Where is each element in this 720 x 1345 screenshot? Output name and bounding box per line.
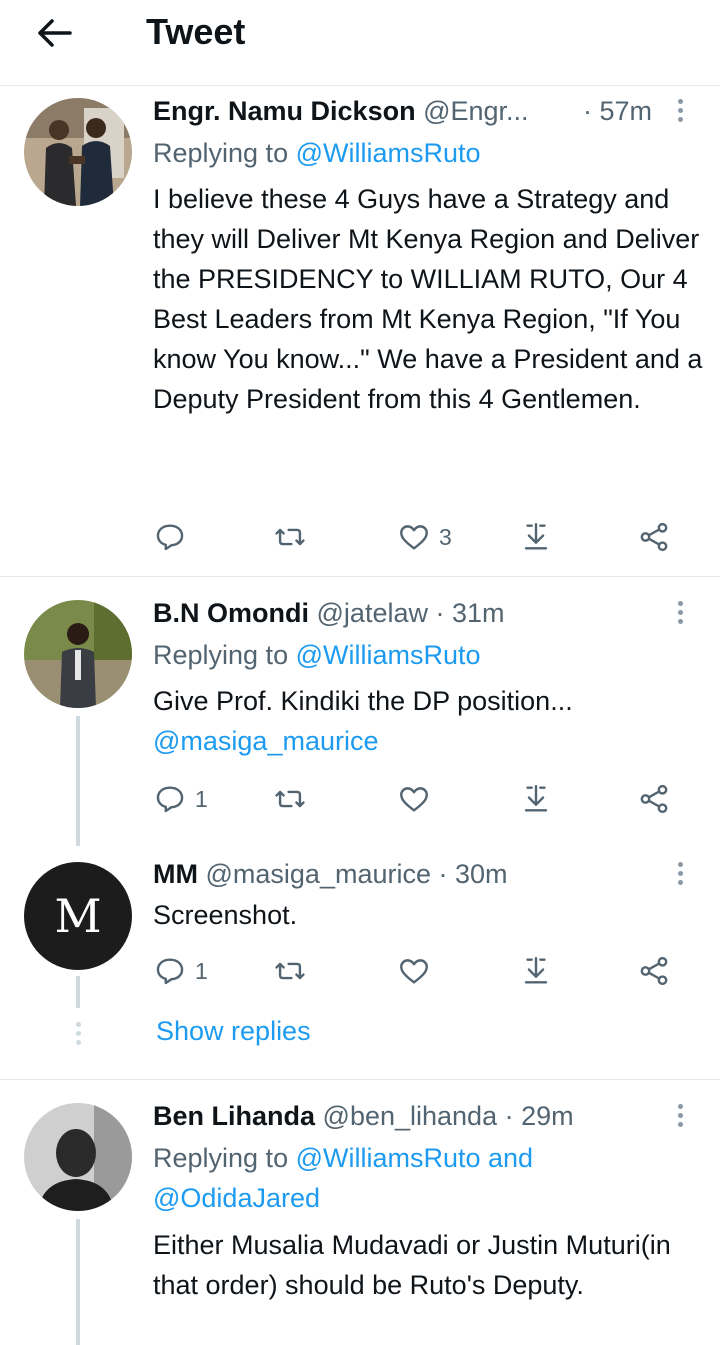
show-replies-link[interactable]: Show replies xyxy=(156,1016,311,1047)
tweet-header: B.N Omondi @jatelaw · 31m xyxy=(153,598,505,629)
mention-link[interactable]: @WilliamsRuto and xyxy=(296,1143,533,1173)
replying-to: Replying to @WilliamsRuto xyxy=(153,640,481,670)
handle[interactable]: @ben_lihanda xyxy=(323,1101,498,1131)
mention-link[interactable]: @WilliamsRuto xyxy=(296,138,481,168)
retweet-button[interactable] xyxy=(273,779,307,819)
tweet-actions: 1 xyxy=(153,779,693,819)
bookmark-button[interactable] xyxy=(519,951,553,991)
more-icon[interactable] xyxy=(672,859,688,889)
bookmark-button[interactable] xyxy=(519,517,553,557)
bookmark-button[interactable] xyxy=(519,779,553,819)
timestamp: · 29m xyxy=(504,1101,574,1131)
share-icon xyxy=(640,784,668,814)
download-icon xyxy=(524,957,548,984)
reply-button[interactable]: 1 xyxy=(153,779,208,819)
thread-more-dots xyxy=(74,1022,82,1049)
thread-connector xyxy=(76,976,80,1008)
download-icon xyxy=(524,785,548,812)
timestamp: · 31m xyxy=(435,598,505,628)
display-name[interactable]: Ben Lihanda xyxy=(153,1101,315,1131)
reply-button[interactable]: 1 xyxy=(153,951,208,991)
divider xyxy=(0,1079,720,1080)
thread-connector xyxy=(76,716,80,846)
mention-link[interactable]: @OdidaJared xyxy=(153,1183,320,1213)
arrow-left-icon xyxy=(38,19,72,47)
tweet-text: I believe these 4 Guys have a Strategy a… xyxy=(153,184,703,414)
tweet-header: Ben Lihanda @ben_lihanda · 29m xyxy=(153,1101,574,1132)
display-name[interactable]: Engr. Namu Dickson xyxy=(153,96,416,126)
reply-count: 1 xyxy=(195,785,208,812)
like-button[interactable] xyxy=(397,779,431,819)
reply-button[interactable] xyxy=(153,517,195,557)
tweet-text: Screenshot. xyxy=(153,900,298,930)
replying-to-continued: @OdidaJared xyxy=(153,1183,320,1214)
like-icon xyxy=(400,787,428,812)
download-icon xyxy=(524,523,548,550)
share-button[interactable] xyxy=(637,517,671,557)
like-icon xyxy=(400,525,428,550)
retweet-button[interactable] xyxy=(273,951,307,991)
tweet-actions: 3 xyxy=(153,517,693,557)
handle[interactable]: @jatelaw xyxy=(317,598,428,628)
mention-link[interactable]: @masiga_maurice xyxy=(153,721,713,761)
replying-to: Replying to @WilliamsRuto and xyxy=(153,1143,534,1173)
reply-icon xyxy=(156,786,184,813)
display-name[interactable]: MM xyxy=(153,859,198,889)
page-title: Tweet xyxy=(146,11,246,52)
avatar[interactable]: M xyxy=(24,862,132,970)
tweet-actions: 1 xyxy=(153,951,693,991)
reply-icon xyxy=(156,958,184,985)
tweet-text: Give Prof. Kindiki the DP position... @m… xyxy=(153,681,713,761)
reply-count: 1 xyxy=(195,957,208,984)
retweet-icon xyxy=(275,528,305,546)
share-button[interactable] xyxy=(637,951,671,991)
display-name[interactable]: B.N Omondi xyxy=(153,598,309,628)
thread-connector xyxy=(76,1219,80,1345)
more-icon[interactable] xyxy=(672,1101,688,1131)
timestamp: · 57m xyxy=(583,96,653,126)
timestamp: · 30m xyxy=(438,859,508,889)
avatar[interactable] xyxy=(24,98,132,206)
handle[interactable]: @Engr... xyxy=(423,96,528,126)
tweet-header: MM @masiga_maurice · 30m xyxy=(153,859,508,890)
retweet-button[interactable] xyxy=(273,517,315,557)
like-button[interactable]: 3 xyxy=(397,517,452,557)
more-icon[interactable] xyxy=(672,598,688,628)
tweet-text: Either Musalia Mudavadi or Justin Muturi… xyxy=(153,1230,671,1300)
top-bar: Tweet xyxy=(0,0,720,86)
avatar-letter: M xyxy=(54,889,101,943)
back-button[interactable] xyxy=(30,12,82,54)
replying-to: Replying to @WilliamsRuto xyxy=(153,138,481,168)
like-icon xyxy=(400,959,428,984)
retweet-icon xyxy=(275,790,305,808)
like-count: 3 xyxy=(439,523,452,550)
share-button[interactable] xyxy=(637,779,671,819)
reply-icon xyxy=(156,524,184,551)
tweet-header: Engr. Namu Dickson @Engr... · 57m xyxy=(153,96,652,127)
avatar[interactable] xyxy=(24,600,132,708)
divider xyxy=(0,576,720,577)
more-icon[interactable] xyxy=(672,96,688,126)
share-icon xyxy=(640,956,668,986)
avatar[interactable] xyxy=(24,1103,132,1211)
like-button[interactable] xyxy=(397,951,431,991)
share-icon xyxy=(640,522,668,552)
retweet-icon xyxy=(275,962,305,980)
mention-link[interactable]: @WilliamsRuto xyxy=(296,640,481,670)
handle[interactable]: @masiga_maurice xyxy=(206,859,432,889)
